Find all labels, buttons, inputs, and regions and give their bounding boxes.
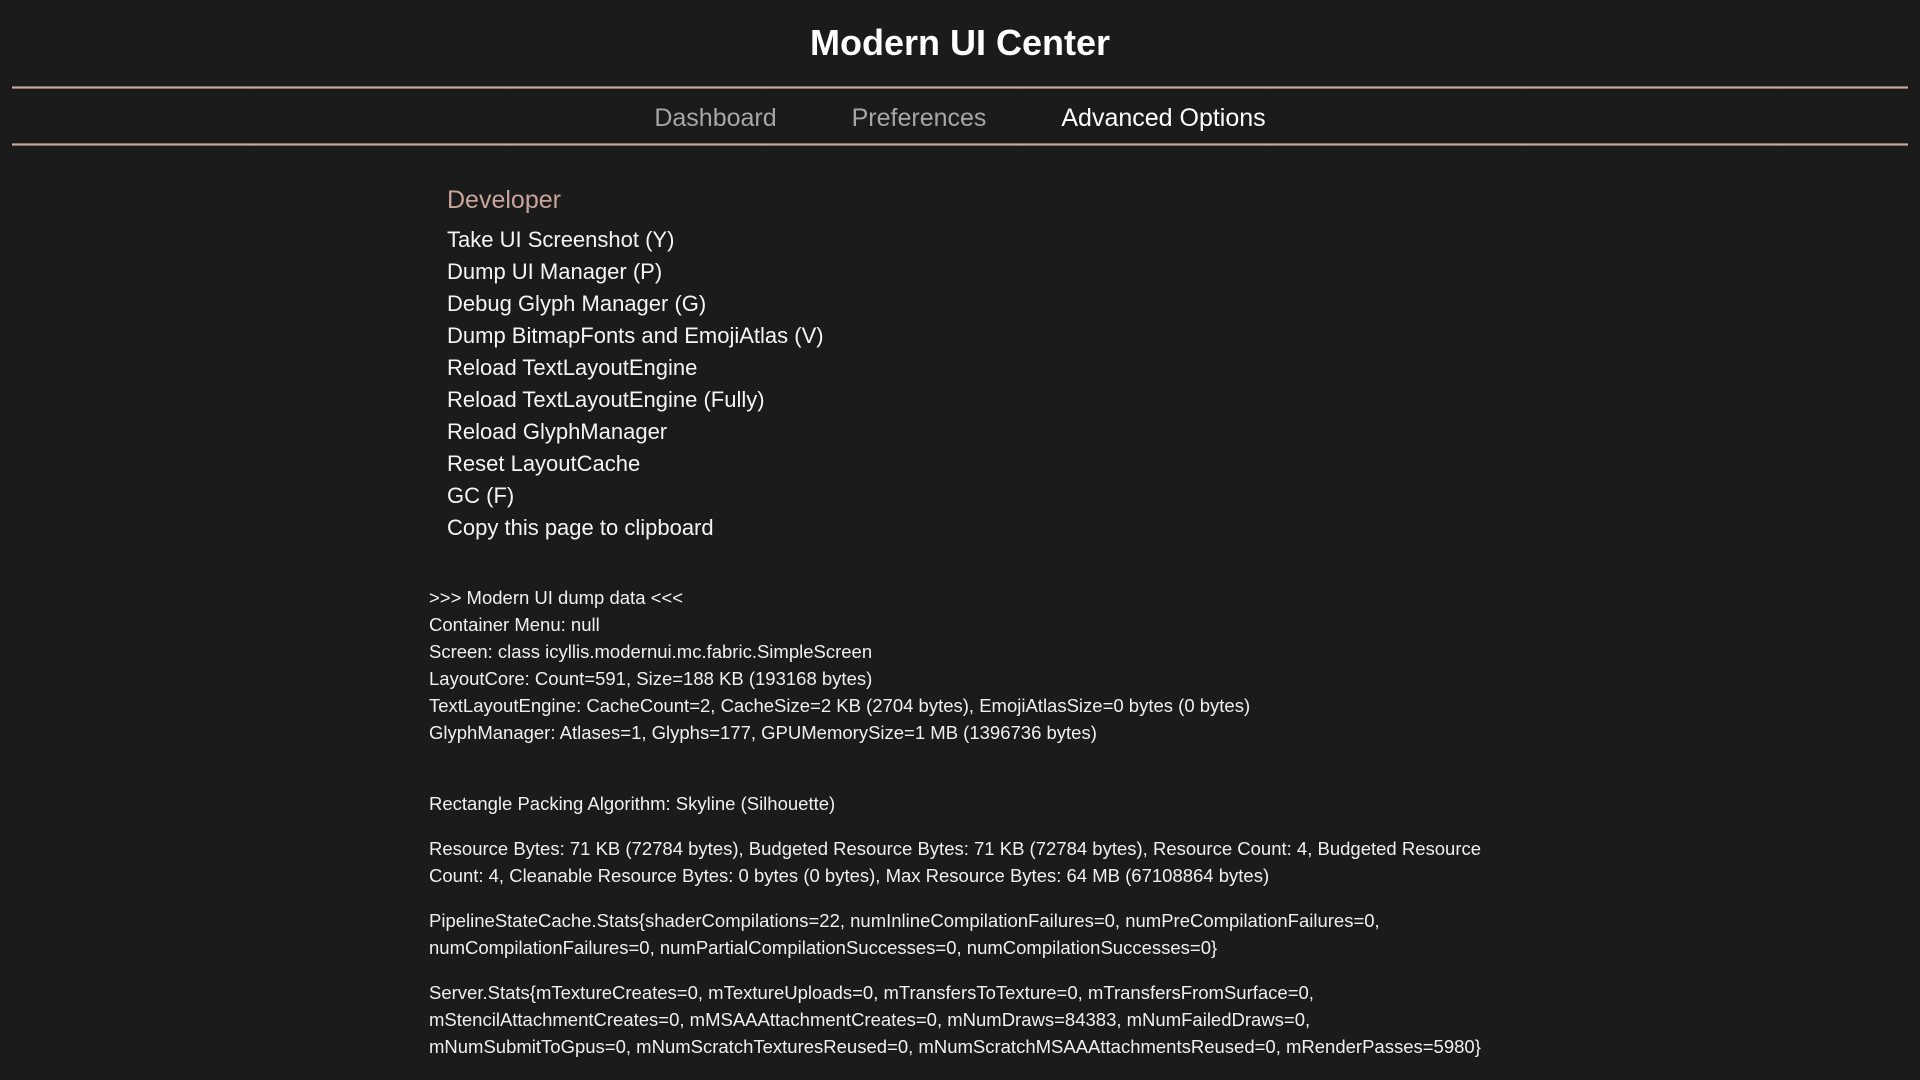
tab-advanced-options[interactable]: Advanced Options	[1061, 100, 1265, 136]
gc-button[interactable]: GC (F)	[447, 480, 824, 512]
dump-glyphmanager-line: GlyphManager: Atlases=1, Glyphs=177, GPU…	[429, 722, 1097, 743]
dump-container-menu-line: Container Menu: null	[429, 614, 600, 635]
header-divider	[12, 86, 1908, 89]
dump-textlayoutengine-line: TextLayoutEngine: CacheCount=2, CacheSiz…	[429, 695, 1251, 716]
dump-data-panel: >>> Modern UI dump data <<< Container Me…	[429, 584, 1489, 1060]
reload-textlayoutengine-fully-button[interactable]: Reload TextLayoutEngine (Fully)	[447, 384, 824, 416]
reload-textlayoutengine-button[interactable]: Reload TextLayoutEngine	[447, 352, 824, 384]
dump-pipeline-paragraph: PipelineStateCache.Stats{shaderCompilati…	[429, 910, 1380, 958]
tab-dashboard[interactable]: Dashboard	[654, 100, 776, 136]
tab-preferences[interactable]: Preferences	[852, 100, 987, 136]
page-title: Modern UI Center	[809, 22, 1111, 63]
dump-packing-line: Rectangle Packing Algorithm: Skyline (Si…	[429, 793, 836, 814]
reset-layoutcache-button[interactable]: Reset LayoutCache	[447, 448, 824, 480]
reload-glyphmanager-button[interactable]: Reload GlyphManager	[447, 416, 824, 448]
dump-bitmapfonts-emojiatlas-button[interactable]: Dump BitmapFonts and EmojiAtlas (V)	[447, 320, 824, 352]
developer-section: Developer Take UI Screenshot (Y) Dump UI…	[447, 182, 824, 544]
dump-ui-manager-button[interactable]: Dump UI Manager (P)	[447, 256, 824, 288]
tab-divider	[12, 143, 1908, 146]
dump-screen-line: Screen: class icyllis.modernui.mc.fabric…	[429, 641, 873, 662]
tab-bar: Dashboard Preferences Advanced Options	[0, 100, 1920, 136]
dump-layoutcore-line: LayoutCore: Count=591, Size=188 KB (1931…	[429, 668, 873, 689]
dump-server-paragraph: Server.Stats{mTextureCreates=0, mTexture…	[429, 982, 1481, 1057]
developer-header: Developer	[447, 186, 561, 214]
dump-header-line: >>> Modern UI dump data <<<	[429, 587, 684, 608]
dump-resources-paragraph: Resource Bytes: 71 KB (72784 bytes), Bud…	[429, 838, 1482, 886]
copy-page-to-clipboard-button[interactable]: Copy this page to clipboard	[447, 512, 824, 544]
take-ui-screenshot-button[interactable]: Take UI Screenshot (Y)	[447, 224, 824, 256]
debug-glyph-manager-button[interactable]: Debug Glyph Manager (G)	[447, 288, 824, 320]
modern-ui-center-window: Modern UI Center Dashboard Preferences A…	[0, 0, 1920, 1080]
